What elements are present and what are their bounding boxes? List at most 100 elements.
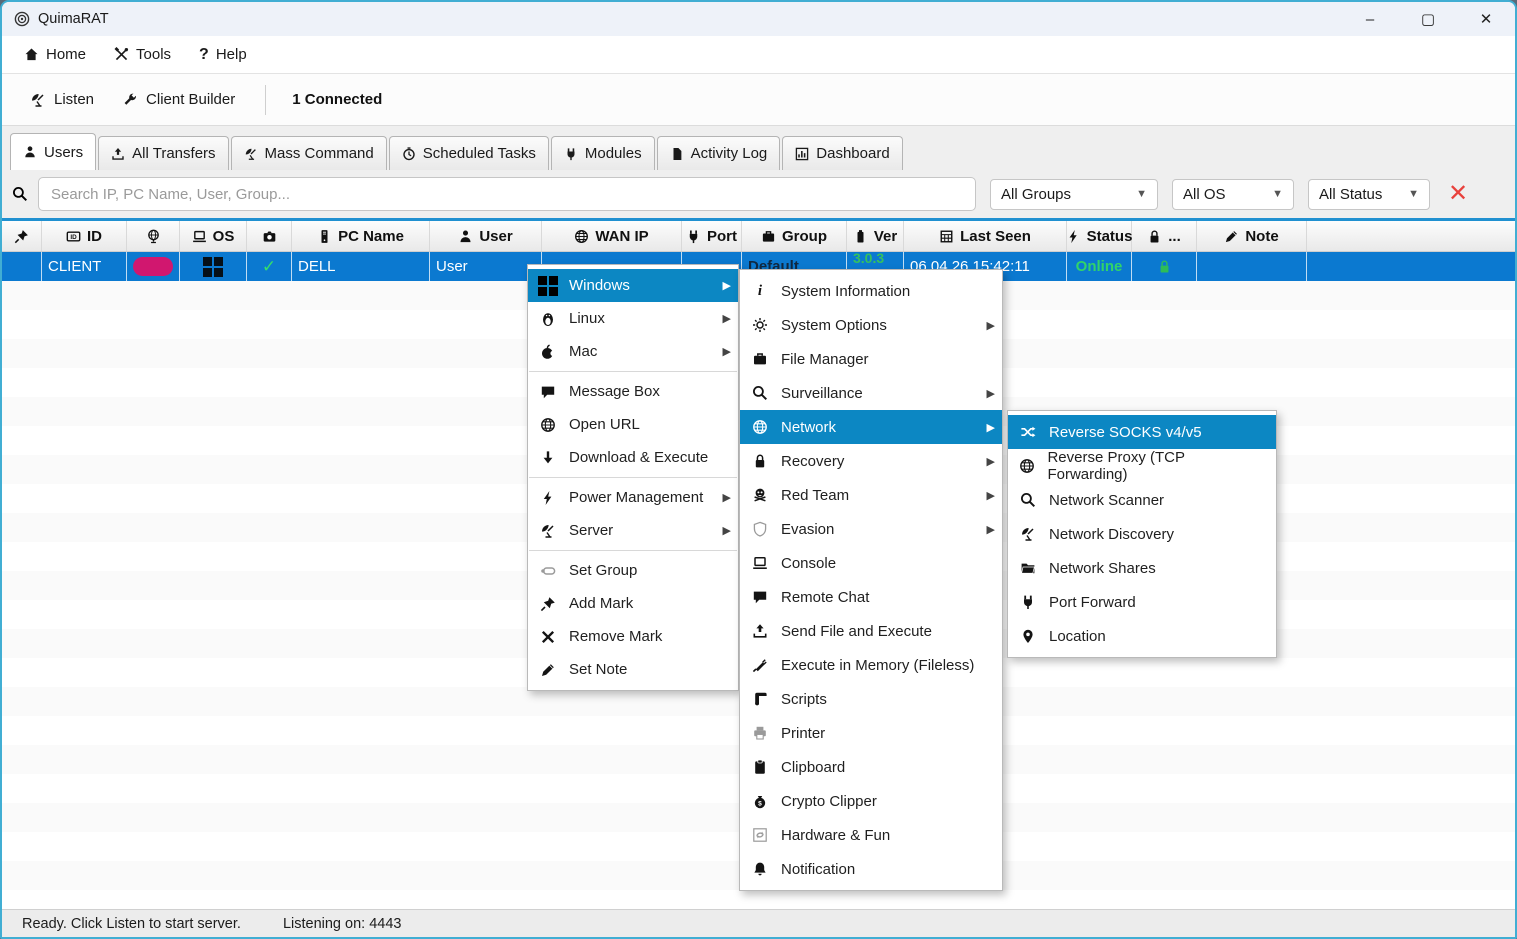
pc-tower-icon	[317, 229, 332, 244]
menu-item-system-information[interactable]: iSystem Information	[740, 274, 1002, 308]
menu-item-location[interactable]: Location	[1008, 619, 1276, 653]
listen-button[interactable]: Listen	[16, 91, 108, 108]
menu-item-label: Printer	[781, 725, 825, 742]
help-icon: ?	[199, 46, 209, 63]
search-input[interactable]	[38, 177, 976, 211]
menu-item-surveillance[interactable]: Surveillance▶	[740, 376, 1002, 410]
menu-item-reverse-socks-v4-v5[interactable]: Reverse SOCKS v4/v5	[1008, 415, 1276, 449]
menu-item-set-group[interactable]: Set Group	[528, 554, 738, 587]
menu-item-linux[interactable]: Linux▶	[528, 302, 738, 335]
client-cell-flag	[127, 252, 180, 281]
menu-item-port-forward[interactable]: Port Forward	[1008, 585, 1276, 619]
menu-item-windows[interactable]: Windows▶	[528, 269, 738, 302]
menu-item-label: Open URL	[569, 416, 640, 433]
toolbar-divider	[265, 85, 266, 115]
camera-available-check-icon: ✓	[262, 257, 276, 277]
os-filter-dropdown[interactable]: All OS ▼	[1172, 179, 1294, 210]
menu-item-file-manager[interactable]: File Manager	[740, 342, 1002, 376]
groups-filter-dropdown[interactable]: All Groups ▼	[990, 179, 1158, 210]
maximize-button[interactable]: ▢	[1399, 2, 1457, 36]
menu-item-set-note[interactable]: Set Note	[528, 653, 738, 686]
menubar-item-tools[interactable]: Tools	[100, 36, 185, 73]
menu-item-execute-in-memory-fileless[interactable]: Execute in Memory (Fileless)	[740, 648, 1002, 682]
menu-item-send-file-and-execute[interactable]: Send File and Execute	[740, 614, 1002, 648]
menu-item-open-url[interactable]: Open URL	[528, 408, 738, 441]
tab-activity-log[interactable]: Activity Log	[657, 136, 781, 170]
tab-users[interactable]: Users	[10, 133, 96, 170]
menu-item-label: Remove Mark	[569, 628, 662, 645]
tab-scheduled-tasks[interactable]: Scheduled Tasks	[389, 136, 549, 170]
menu-item-notification[interactable]: Notification	[740, 852, 1002, 886]
menu-item-reverse-proxy-tcp-forwarding[interactable]: Reverse Proxy (TCP Forwarding)	[1008, 449, 1276, 483]
column-header-group[interactable]: Group	[742, 221, 847, 251]
tab-mass-command[interactable]: Mass Command	[231, 136, 387, 170]
pin-icon	[14, 229, 29, 244]
menu-item-evasion[interactable]: Evasion▶	[740, 512, 1002, 546]
menu-item-printer[interactable]: Printer	[740, 716, 1002, 750]
menu-item-crypto-clipper[interactable]: $Crypto Clipper	[740, 784, 1002, 818]
menu-item-scripts[interactable]: Scripts	[740, 682, 1002, 716]
menu-item-power-management[interactable]: Power Management▶	[528, 481, 738, 514]
column-header-pc_name[interactable]: PC Name	[292, 221, 430, 251]
status-filter-dropdown[interactable]: All Status ▼	[1308, 179, 1430, 210]
menu-item-network-scanner[interactable]: Network Scanner	[1008, 483, 1276, 517]
menu-item-download-execute[interactable]: Download & Execute	[528, 441, 738, 474]
client-builder-button[interactable]: Client Builder	[108, 91, 249, 108]
menu-item-red-team[interactable]: Red Team▶	[740, 478, 1002, 512]
menubar-item-help[interactable]: ?Help	[185, 36, 261, 73]
gear-icon	[750, 317, 770, 333]
tab-dashboard[interactable]: Dashboard	[782, 136, 902, 170]
menu-item-network-shares[interactable]: Network Shares	[1008, 551, 1276, 585]
column-header-port[interactable]: Port	[682, 221, 742, 251]
menu-item-label: Remote Chat	[781, 589, 869, 606]
menu-item-remove-mark[interactable]: Remove Mark	[528, 620, 738, 653]
column-header-cam[interactable]	[247, 221, 292, 251]
menu-item-clipboard[interactable]: Clipboard	[740, 750, 1002, 784]
menu-item-message-box[interactable]: Message Box	[528, 375, 738, 408]
clear-filters-button[interactable]: ✕	[1448, 182, 1468, 206]
menu-item-label: Network Shares	[1049, 560, 1156, 577]
upload-icon	[111, 147, 125, 161]
menu-item-label: Console	[781, 555, 836, 572]
os-filter-value: All OS	[1183, 186, 1226, 203]
globe-icon	[538, 417, 558, 433]
menu-item-network-discovery[interactable]: Network Discovery	[1008, 517, 1276, 551]
menu-item-hardware-fun[interactable]: Hardware & Fun	[740, 818, 1002, 852]
tab-all-transfers[interactable]: All Transfers	[98, 136, 228, 170]
client-cell-os	[180, 252, 247, 281]
column-header-wan_ip[interactable]: WAN IP	[542, 221, 682, 251]
menu-item-system-options[interactable]: System Options▶	[740, 308, 1002, 342]
column-header-lock[interactable]: ...	[1132, 221, 1197, 251]
menu-item-mac[interactable]: Mac▶	[528, 335, 738, 368]
tab-modules[interactable]: Modules	[551, 136, 655, 170]
column-header-last_seen[interactable]: Last Seen	[904, 221, 1067, 251]
menu-item-network[interactable]: Network▶	[740, 410, 1002, 444]
column-header-pin[interactable]	[2, 221, 42, 251]
search-icon	[12, 186, 28, 202]
column-header-note[interactable]: Note	[1197, 221, 1307, 251]
menu-item-console[interactable]: Console	[740, 546, 1002, 580]
context-submenu-network: Reverse SOCKS v4/v5Reverse Proxy (TCP Fo…	[1007, 410, 1277, 658]
speech-bubble-icon	[538, 384, 558, 400]
menu-item-label: Network	[781, 419, 836, 436]
menu-item-label: Message Box	[569, 383, 660, 400]
dashboard-icon	[795, 147, 809, 161]
column-header-status[interactable]: Status	[1067, 221, 1132, 251]
menu-item-server[interactable]: Server▶	[528, 514, 738, 547]
close-button[interactable]: ✕	[1457, 2, 1515, 36]
column-header-ver[interactable]: Ver	[847, 221, 904, 251]
minimize-button[interactable]: –	[1341, 2, 1399, 36]
menubar-item-home[interactable]: Home	[10, 36, 100, 73]
menu-separator	[529, 550, 737, 551]
client-cell-id: CLIENT	[42, 252, 127, 281]
menu-item-add-mark[interactable]: Add Mark	[528, 587, 738, 620]
menu-item-remote-chat[interactable]: Remote Chat	[740, 580, 1002, 614]
column-header-id[interactable]: IDID	[42, 221, 127, 251]
column-header-user[interactable]: User	[430, 221, 542, 251]
column-header-label: PC Name	[338, 228, 404, 245]
column-header-flag[interactable]	[127, 221, 180, 251]
shuffle-icon	[1018, 424, 1038, 440]
battery-icon	[853, 229, 868, 244]
menu-item-recovery[interactable]: Recovery▶	[740, 444, 1002, 478]
column-header-os[interactable]: OS	[180, 221, 247, 251]
